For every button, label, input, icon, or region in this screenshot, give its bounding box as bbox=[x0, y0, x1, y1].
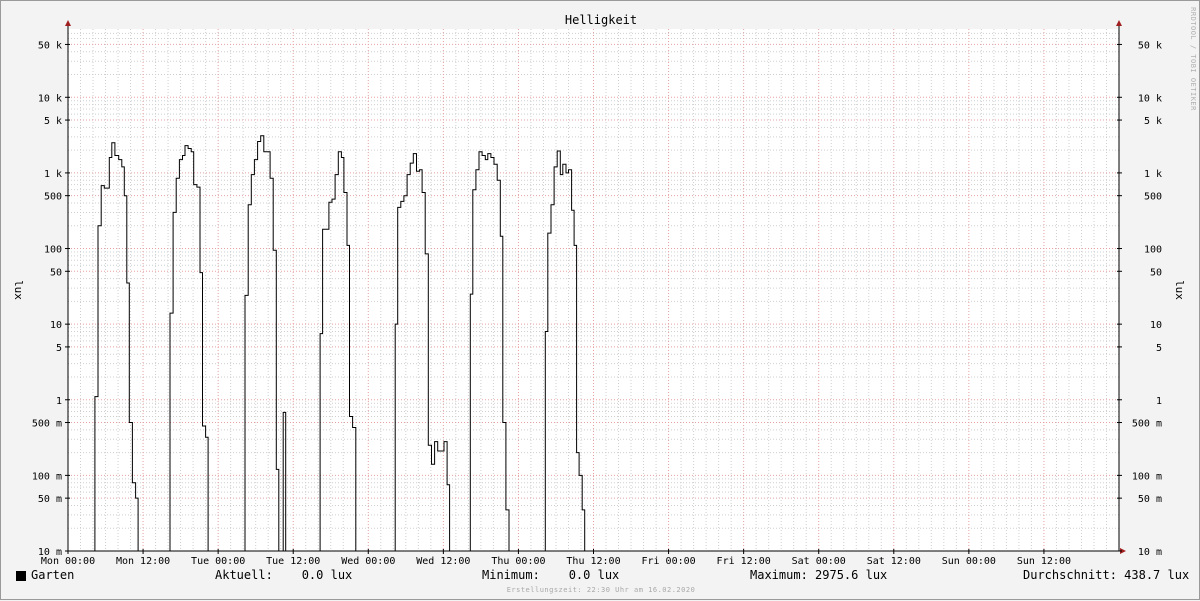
x-tick-label: Wed 12:00 bbox=[416, 556, 470, 567]
y-tick-label-left: 50 m bbox=[38, 494, 62, 505]
y-tick-label-right: 50 bbox=[1150, 267, 1162, 278]
y-tick-label-right: 5 bbox=[1156, 343, 1162, 354]
y-tick-label-right: 10 m bbox=[1138, 547, 1162, 558]
x-tick-label: Fri 00:00 bbox=[641, 556, 695, 567]
legend-swatch bbox=[16, 571, 26, 581]
x-tick-label: Sun 12:00 bbox=[1017, 556, 1071, 567]
y-tick-label-right: 500 bbox=[1144, 192, 1162, 203]
legend: Garten Aktuell: 0.0 lux Minimum: 0.0 lux… bbox=[1, 568, 1200, 586]
y-tick-label-right: 10 bbox=[1150, 320, 1162, 331]
y-tick-label-left: 10 k bbox=[38, 93, 62, 104]
y-tick-label-left: 10 bbox=[50, 320, 62, 331]
x-tick-labels: Mon 00:00 Mon 12:00 Tue 00:00 Tue 12:00 Wed … bbox=[41, 556, 1071, 567]
legend-aktuell: Aktuell: 0.0 lux bbox=[215, 568, 353, 582]
y-tick-label-left: 5 k bbox=[44, 116, 62, 127]
y-axis-label-right: lux bbox=[1173, 280, 1186, 300]
y-tick-label-left: 50 bbox=[50, 267, 62, 278]
y-tick-label-right: 10 k bbox=[1138, 93, 1162, 104]
y-tick-label-left: 1 k bbox=[44, 169, 62, 180]
x-tick-label: Sun 00:00 bbox=[942, 556, 996, 567]
rrdtool-watermark: RRDTOOL / TOBI OETIKER bbox=[1189, 7, 1197, 111]
y-tick-label-right: 100 m bbox=[1132, 471, 1162, 482]
y-axis-arrow-left bbox=[65, 20, 71, 26]
y-axis-arrow-right bbox=[1116, 20, 1122, 26]
x-tick-label: Mon 00:00 bbox=[41, 556, 95, 567]
y-tick-label-right: 50 k bbox=[1138, 40, 1162, 51]
y-tick-label-left: 500 m bbox=[32, 419, 62, 430]
y-tick-label-left: 1 bbox=[56, 396, 62, 407]
y-tick-label-right: 1 bbox=[1156, 396, 1162, 407]
y-tick-label-right: 1 k bbox=[1144, 169, 1162, 180]
x-tick-label: Sat 00:00 bbox=[792, 556, 846, 567]
y-tick-label-right: 50 m bbox=[1138, 494, 1162, 505]
y-tick-label-left: 100 bbox=[44, 245, 62, 256]
y-tick-label-right: 5 k bbox=[1144, 116, 1162, 127]
x-tick-label: Tue 12:00 bbox=[266, 556, 320, 567]
legend-series-name: Garten bbox=[31, 568, 75, 582]
x-tick-label: Mon 12:00 bbox=[116, 556, 170, 567]
graph-frame: 50 k 10 k 5 k 1 k 500 100 50 10 5 1 500 m 100 m 50 m… bbox=[0, 0, 1200, 600]
legend-maximum: Maximum: 2975.6 lux bbox=[750, 568, 888, 582]
x-tick-label: Thu 00:00 bbox=[491, 556, 545, 567]
y-tick-label-left: 100 m bbox=[32, 471, 62, 482]
y-tick-labels-right: 50 k 10 k 5 k 1 k 500 100 50 10 5 1 500 m 100 m 50 m… bbox=[1132, 40, 1162, 558]
y-tick-label-left: 50 k bbox=[38, 40, 62, 51]
x-tick-label: Thu 12:00 bbox=[566, 556, 620, 567]
x-tick-label: Wed 00:00 bbox=[341, 556, 395, 567]
x-tick-label: Sat 12:00 bbox=[867, 556, 921, 567]
y-tick-label-left: 500 bbox=[44, 192, 62, 203]
x-tick-label: Fri 12:00 bbox=[717, 556, 771, 567]
y-axis-label-left: lux bbox=[12, 280, 25, 300]
y-tick-labels-left: 50 k 10 k 5 k 1 k 500 100 50 10 5 1 500 m 100 m 50 m… bbox=[32, 40, 62, 558]
y-tick-label-left: 5 bbox=[56, 343, 62, 354]
creation-time: Erstellungszeit: 22:30 Uhr am 16.02.2020 bbox=[506, 586, 696, 594]
chart: 50 k 10 k 5 k 1 k 500 100 50 10 5 1 500 m 100 m 50 m… bbox=[12, 7, 1197, 567]
chart-title: Helligkeit bbox=[565, 13, 637, 27]
legend-durchschnitt: Durchschnitt: 438.7 lux bbox=[1023, 568, 1190, 582]
legend-minimum: Minimum: 0.0 lux bbox=[482, 568, 620, 582]
x-tick-label: Tue 00:00 bbox=[191, 556, 245, 567]
y-tick-label-right: 100 bbox=[1144, 245, 1162, 256]
y-tick-label-right: 500 m bbox=[1132, 419, 1162, 430]
